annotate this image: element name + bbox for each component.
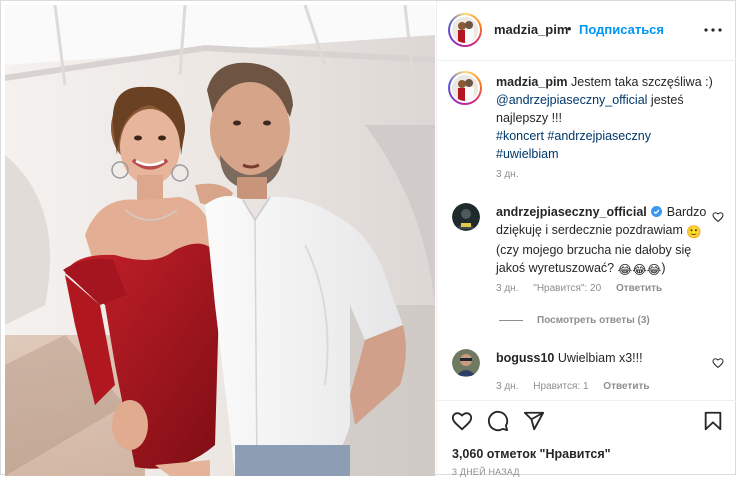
caption-author-avatar[interactable] [448, 71, 482, 105]
caption-username[interactable]: madzia_pim [496, 75, 568, 89]
verified-badge-icon [651, 206, 663, 217]
comment-time: 3 дн. [496, 283, 519, 294]
author-username[interactable]: madzia_pim [494, 22, 568, 37]
more-horizontal-icon[interactable] [701, 18, 725, 42]
reply-button[interactable]: Ответить [616, 283, 662, 294]
caption-time: 3 дн. [496, 169, 519, 180]
comment-text-3: ) [661, 261, 666, 275]
comment-heart-icon[interactable] [712, 211, 724, 223]
author-avatar[interactable] [448, 13, 482, 47]
reply-button[interactable]: Ответить [603, 381, 649, 392]
post-date: 3 ДНЕЙ НАЗАД [452, 467, 520, 477]
comment-likes[interactable]: "Нравится": 20 [533, 283, 601, 294]
bookmark-icon[interactable] [702, 410, 724, 432]
comment-text: boguss10 Uwielbiam x3!!! [496, 349, 711, 367]
comment-meta: 3 дн. "Нравится": 20 Ответить [496, 283, 674, 294]
separator-dot: • [567, 21, 572, 36]
view-replies-label: Посмотреть ответы (3) [537, 315, 650, 326]
caption-text-1: Jestem taka szczęśliwa :) [571, 75, 713, 89]
smile-emoji: 🙂 [686, 225, 702, 239]
follow-button[interactable]: Подписаться [579, 22, 664, 37]
caption-text: madzia_pim Jestem taka szczęśliwa :) @an… [496, 73, 726, 163]
post-image [5, 5, 435, 476]
comment-time: 3 дн. [496, 381, 519, 392]
view-replies-button[interactable]: Посмотреть ответы (3) [499, 315, 650, 326]
comment-heart-icon[interactable] [712, 357, 724, 369]
post-header: madzia_pim • Подписаться [437, 1, 736, 61]
caption-hashtags-1[interactable]: #koncert #andrzejpiaseczny [496, 129, 651, 143]
commenter-username[interactable]: andrzejpiaseczny_official [496, 205, 647, 219]
paper-plane-icon[interactable] [523, 410, 545, 432]
laughing-emoji: 😂😂😂 [617, 263, 662, 277]
caption-hashtags-2[interactable]: #uwielbiam [496, 147, 559, 161]
caption-mention[interactable]: @andrzejpiaseczny_official [496, 93, 647, 107]
commenter-avatar[interactable] [452, 203, 480, 231]
comment-icon[interactable] [487, 410, 509, 432]
commenter-username[interactable]: boguss10 [496, 351, 554, 365]
post-actions: 3,060 отметок "Нравится" 3 ДНЕЙ НАЗАД [437, 400, 736, 477]
commenter-avatar[interactable] [452, 349, 480, 377]
comment-body: Uwielbiam x3!!! [557, 351, 643, 365]
likes-count[interactable]: 3,060 отметок "Нравится" [452, 447, 611, 461]
comment-meta: 3 дн. Нравится: 1 Ответить [496, 381, 662, 392]
comment-likes[interactable]: Нравится: 1 [533, 381, 588, 392]
post-sidebar: madzia_pim • Подписаться madzia_pim Jest… [436, 1, 736, 477]
heart-icon[interactable] [451, 410, 473, 432]
post-modal: madzia_pim • Подписаться madzia_pim Jest… [0, 0, 736, 477]
comment-text: andrzejpiaseczny_official Bardzo dziękuj… [496, 203, 711, 279]
replies-divider [499, 319, 523, 321]
post-photo[interactable] [5, 5, 435, 476]
